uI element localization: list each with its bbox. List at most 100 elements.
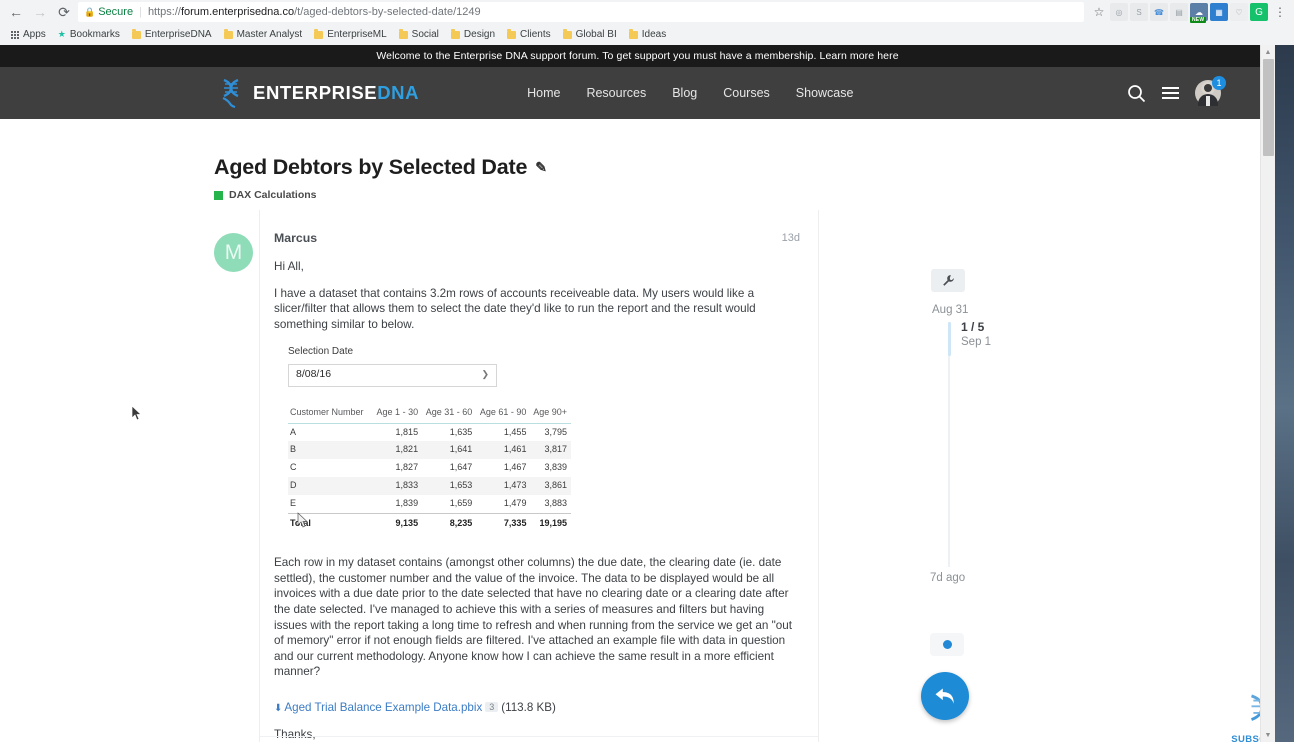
star-outline-icon[interactable]: ☆ <box>1088 5 1110 19</box>
extension-icon-new[interactable]: ☁ NEW <box>1190 3 1208 23</box>
bookmark-label: Global BI <box>575 29 617 40</box>
cell: 1,821 <box>395 444 419 455</box>
page-scrollbar[interactable]: ▲ ▼ <box>1260 45 1275 742</box>
nav-item-resources[interactable]: Resources <box>586 86 646 100</box>
scroll-to-top-icon[interactable] <box>930 633 964 656</box>
avatar-initial: M <box>224 240 243 264</box>
total-cell: 19,195 <box>539 518 567 529</box>
aged-debtors-table: Customer Number Age 1 - 30 Age 31 - 60 A… <box>288 407 571 534</box>
nav-item-showcase[interactable]: Showcase <box>796 86 854 100</box>
table-header-row: Customer Number Age 1 - 30 Age 31 - 60 A… <box>288 406 571 424</box>
hamburger-menu-icon[interactable] <box>1162 87 1179 99</box>
post-greeting: Hi All, <box>274 260 304 273</box>
attachment-row: ⬇ Aged Trial Balance Example Data.pbix 3 (1… <box>260 691 818 714</box>
bookmark-enterprisedna[interactable]: EnterpriseDNA <box>127 28 217 41</box>
site-header: ENTERPRISEDNA Home Resources Blog Course… <box>0 67 1275 119</box>
post-author[interactable]: Marcus <box>274 231 317 245</box>
selection-date-dropdown[interactable]: 8/08/16 ❯ <box>288 363 497 387</box>
bookmark-apps[interactable]: Apps <box>6 28 51 41</box>
cell: C <box>290 462 297 473</box>
extension-icon-columns[interactable]: ▤ <box>1170 3 1188 21</box>
cell: 1,467 <box>503 462 527 473</box>
scroll-up-arrow-icon[interactable]: ▲ <box>1261 45 1275 59</box>
attachment-download-count: 3 <box>485 701 499 712</box>
table-head: Customer Number Age 1 - 30 Age 31 - 60 A… <box>288 406 571 424</box>
cell: 1,635 <box>449 426 473 437</box>
extension-icon-phone[interactable]: ☎ <box>1150 3 1168 21</box>
membership-banner[interactable]: Welcome to the Enterprise DNA support fo… <box>0 45 1275 67</box>
timeline-line <box>948 322 950 567</box>
header-actions: 1 <box>1127 76 1226 106</box>
post-card: Marcus 13d Hi All, I have a dataset that… <box>259 210 819 742</box>
site-logo[interactable]: ENTERPRISEDNA <box>218 78 419 108</box>
cell: 1,461 <box>503 444 527 455</box>
attachment-link[interactable]: Aged Trial Balance Example Data.pbix <box>284 701 482 714</box>
floating-reply-button[interactable] <box>921 672 969 720</box>
extension-icon-blue[interactable]: ▦ <box>1210 3 1228 21</box>
bookmark-bookmarks[interactable]: ★ Bookmarks <box>53 28 125 41</box>
logo-text: ENTERPRISEDNA <box>253 82 419 104</box>
timeline-track[interactable]: 1 / 5 Sep 1 7d ago <box>930 320 1040 584</box>
nav-item-blog[interactable]: Blog <box>672 86 697 100</box>
post-avatar[interactable]: M <box>214 233 253 272</box>
bookmark-label: EnterpriseDNA <box>144 29 212 40</box>
post-timestamp[interactable]: 13d <box>782 232 800 244</box>
bookmark-master-analyst[interactable]: Master Analyst <box>219 28 308 41</box>
bookmark-enterpriseml[interactable]: EnterpriseML <box>309 28 391 41</box>
address-bar[interactable]: 🔒 Secure | https://forum.enterprisedna.c… <box>78 2 1084 22</box>
forward-arrow-icon[interactable]: → <box>28 1 52 23</box>
kebab-menu-icon[interactable]: ⋮ <box>1270 5 1290 19</box>
bookmark-label: Apps <box>23 29 46 40</box>
extension-icon-grammarly[interactable]: G <box>1250 3 1268 21</box>
extension-icon-heart[interactable]: ♡ <box>1230 3 1248 21</box>
extension-icon-1[interactable]: ◎ <box>1110 3 1128 21</box>
bookmark-global-bi[interactable]: Global BI <box>558 28 622 41</box>
topic-content: Aged Debtors by Selected Date ✎ DAX Calc… <box>0 119 1275 742</box>
embedded-report-image[interactable]: Selection Date 8/08/16 ❯ Customer Number… <box>288 345 588 533</box>
dna-helix-icon <box>222 78 239 108</box>
bookmark-label: Bookmarks <box>69 29 120 40</box>
bookmark-label: Social <box>411 29 439 40</box>
cell: 1,479 <box>503 498 527 509</box>
bookmark-social[interactable]: Social <box>394 28 444 41</box>
search-icon[interactable] <box>1127 84 1146 103</box>
notification-badge[interactable]: 1 <box>1212 76 1226 90</box>
cell: B <box>290 444 297 455</box>
bookmark-design[interactable]: Design <box>446 28 500 41</box>
scroll-down-arrow-icon[interactable]: ▼ <box>1261 728 1275 742</box>
bookmark-label: Ideas <box>641 29 667 40</box>
extension-icon-skype[interactable]: S <box>1130 3 1148 21</box>
back-arrow-icon[interactable]: ← <box>4 1 28 23</box>
bookmark-label: EnterpriseML <box>327 29 387 40</box>
download-icon: ⬇ <box>274 702 283 714</box>
category-badge[interactable]: DAX Calculations <box>214 189 317 201</box>
cell: 3,839 <box>544 462 567 473</box>
bookmark-label: Clients <box>520 29 551 40</box>
cell: 3,817 <box>544 444 567 455</box>
folder-icon <box>398 28 408 39</box>
timeline-scrubber[interactable] <box>948 322 951 356</box>
bookmark-clients[interactable]: Clients <box>502 28 556 41</box>
category-color-dot <box>214 190 223 200</box>
post-paragraph-1: I have a dataset that contains 3.2m rows… <box>274 286 756 331</box>
cell: 1,647 <box>449 462 473 473</box>
report-cursor <box>297 512 308 528</box>
forum-page: Welcome to the Enterprise DNA support fo… <box>0 45 1275 742</box>
nav-item-home[interactable]: Home <box>527 86 560 100</box>
table-body: A 1,815 1,635 1,455 3,795 B 1,821 1,641 <box>288 423 571 514</box>
pencil-edit-icon[interactable]: ✎ <box>535 159 547 176</box>
nav-item-courses[interactable]: Courses <box>723 86 770 100</box>
col-header-age-1-30: Age 1 - 30 <box>376 406 419 417</box>
browser-toolbar: ← → ⟳ 🔒 Secure | https://forum.enterpris… <box>0 0 1294 24</box>
bookmark-ideas[interactable]: Ideas <box>624 28 671 41</box>
cell: 1,641 <box>449 444 473 455</box>
table-row: A 1,815 1,635 1,455 3,795 <box>288 423 571 441</box>
wrench-icon[interactable] <box>931 269 965 292</box>
reload-icon[interactable]: ⟳ <box>52 1 76 23</box>
avatar[interactable]: 1 <box>1195 76 1226 106</box>
timeline-position: 1 / 5 <box>961 320 985 334</box>
scrollbar-thumb[interactable] <box>1263 59 1274 156</box>
post-paragraph-2: Each row in my dataset contains (amongst… <box>274 556 793 679</box>
timeline-position-date: Sep 1 <box>961 336 992 348</box>
cell: 1,833 <box>395 480 419 491</box>
